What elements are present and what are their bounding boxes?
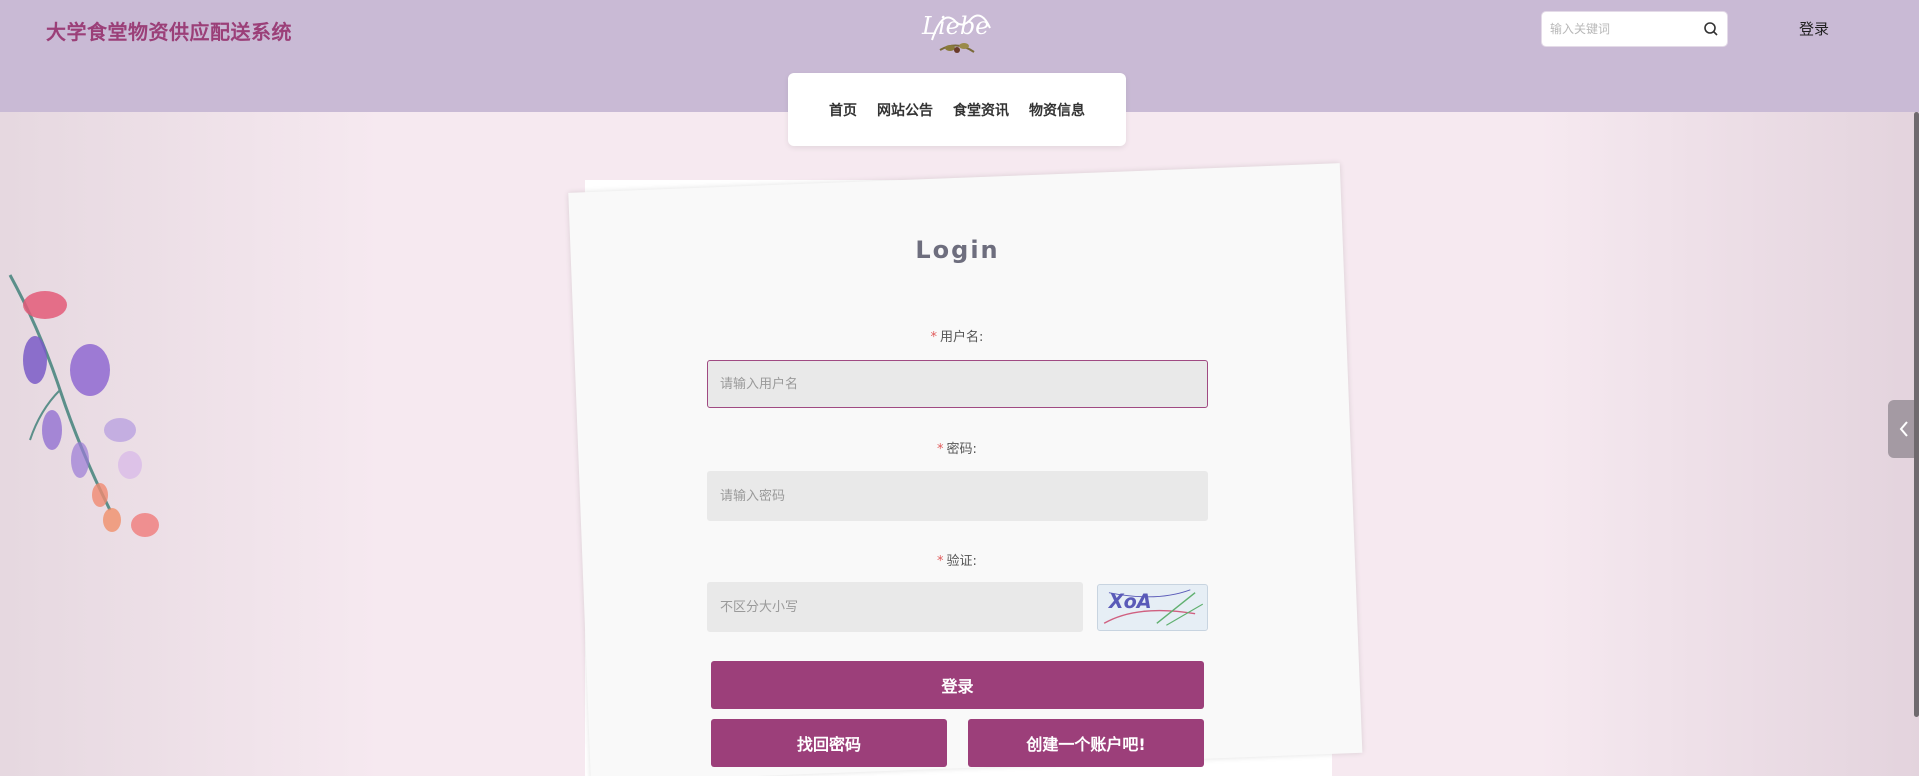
verify-label-row: * 验证: (807, 550, 1107, 569)
logo-text: Liebe (921, 12, 989, 40)
recover-password-button[interactable]: 找回密码 (711, 719, 947, 767)
site-title[interactable]: 大学食堂物资供应配送系统 (46, 16, 292, 45)
nav-item-canteen-news[interactable]: 食堂资讯 (953, 100, 1009, 120)
main-nav: 首页 网站公告 食堂资讯 物资信息 (788, 73, 1126, 146)
password-label: 密码: (946, 442, 977, 457)
search-icon[interactable] (1703, 21, 1719, 37)
search-input[interactable] (1550, 22, 1700, 36)
chevron-left-icon (1899, 421, 1908, 437)
search-box (1541, 11, 1728, 47)
login-title: Login (915, 236, 1000, 264)
background-decor-right (1539, 112, 1919, 776)
nav-item-announcements[interactable]: 网站公告 (877, 100, 933, 120)
captcha-input[interactable] (707, 582, 1083, 632)
header-login-link[interactable]: 登录 (1799, 18, 1829, 39)
scrollbar[interactable] (1914, 112, 1919, 717)
nav-item-supplies[interactable]: 物资信息 (1029, 100, 1085, 120)
register-button[interactable]: 创建一个账户吧! (968, 719, 1204, 767)
username-label: 用户名: (940, 330, 984, 345)
password-input[interactable] (707, 471, 1208, 521)
required-mark: * (937, 554, 944, 569)
logo-icon[interactable]: Liebe (912, 0, 1002, 60)
username-input[interactable] (707, 360, 1208, 408)
captcha-image[interactable]: XoA (1097, 584, 1208, 631)
login-button[interactable]: 登录 (711, 661, 1204, 709)
required-mark: * (930, 330, 938, 345)
required-mark: * (937, 442, 944, 457)
password-label-row: * 密码: (807, 438, 1107, 457)
verify-label: 验证: (946, 554, 977, 569)
flower-decoration-icon (8, 274, 159, 537)
nav-item-home[interactable]: 首页 (829, 100, 857, 120)
username-label-row: * 用户名: (807, 326, 1107, 345)
